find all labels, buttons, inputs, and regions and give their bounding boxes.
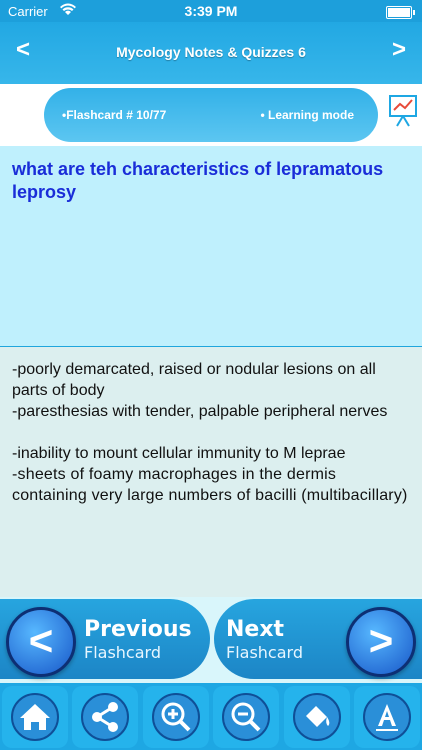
status-bar: Carrier 3:39 PM xyxy=(0,0,422,22)
answer-panel: -poorly demarcated, raised or nodular le… xyxy=(0,347,422,597)
mode-label: • Learning mode xyxy=(260,108,354,122)
share-icon xyxy=(81,693,130,741)
zoom-out-icon xyxy=(222,693,271,741)
answer-line: -inability to mount cellular immunity to… xyxy=(12,445,346,462)
zoom-in-button[interactable] xyxy=(142,686,209,748)
flashcard-navigation: < Previous Flashcard Next Flashcard > xyxy=(0,597,422,683)
home-icon xyxy=(11,693,59,741)
next-label: Next xyxy=(226,617,285,642)
battery-icon xyxy=(386,6,415,19)
previous-flashcard-button[interactable]: < Previous Flashcard xyxy=(0,599,210,679)
answer-line: -poorly demarcated, raised or nodular le… xyxy=(12,361,376,399)
paint-bucket-icon xyxy=(292,693,341,741)
next-sublabel: Flashcard xyxy=(226,643,303,662)
flashcard-counter: •Flashcard # 10/77 xyxy=(62,108,167,122)
question-text: what are teh characteristics of lepramat… xyxy=(12,159,384,202)
background-color-button[interactable] xyxy=(283,686,350,748)
chevron-right-icon: > xyxy=(346,607,416,677)
font-size-button[interactable] xyxy=(353,686,420,748)
previous-label: Previous xyxy=(84,617,192,642)
next-flashcard-button[interactable]: Next Flashcard > xyxy=(214,599,422,679)
clock: 3:39 PM xyxy=(184,3,238,19)
card-info-bar: •Flashcard # 10/77 • Learning mode xyxy=(0,84,422,146)
zoom-out-button[interactable] xyxy=(213,686,280,748)
home-button[interactable] xyxy=(2,686,68,748)
nav-bar: < Mycology Notes & Quizzes 6 > xyxy=(0,22,422,84)
chevron-left-icon: < xyxy=(6,607,76,677)
previous-sublabel: Flashcard xyxy=(84,643,161,662)
card-info-pill: •Flashcard # 10/77 • Learning mode xyxy=(44,88,378,142)
forward-arrow-icon[interactable]: > xyxy=(392,36,406,64)
font-icon xyxy=(362,693,411,741)
app-title: Mycology Notes & Quizzes 6 xyxy=(116,44,306,60)
share-button[interactable] xyxy=(72,686,139,748)
bottom-toolbar xyxy=(0,683,422,750)
presentation-board-icon xyxy=(389,95,417,127)
answer-line: -sheets of foamy macrophages in the derm… xyxy=(12,466,408,504)
zoom-in-icon xyxy=(151,693,200,741)
question-panel: what are teh characteristics of lepramat… xyxy=(0,146,422,346)
answer-line: -paresthesias with tender, palpable peri… xyxy=(12,403,388,420)
